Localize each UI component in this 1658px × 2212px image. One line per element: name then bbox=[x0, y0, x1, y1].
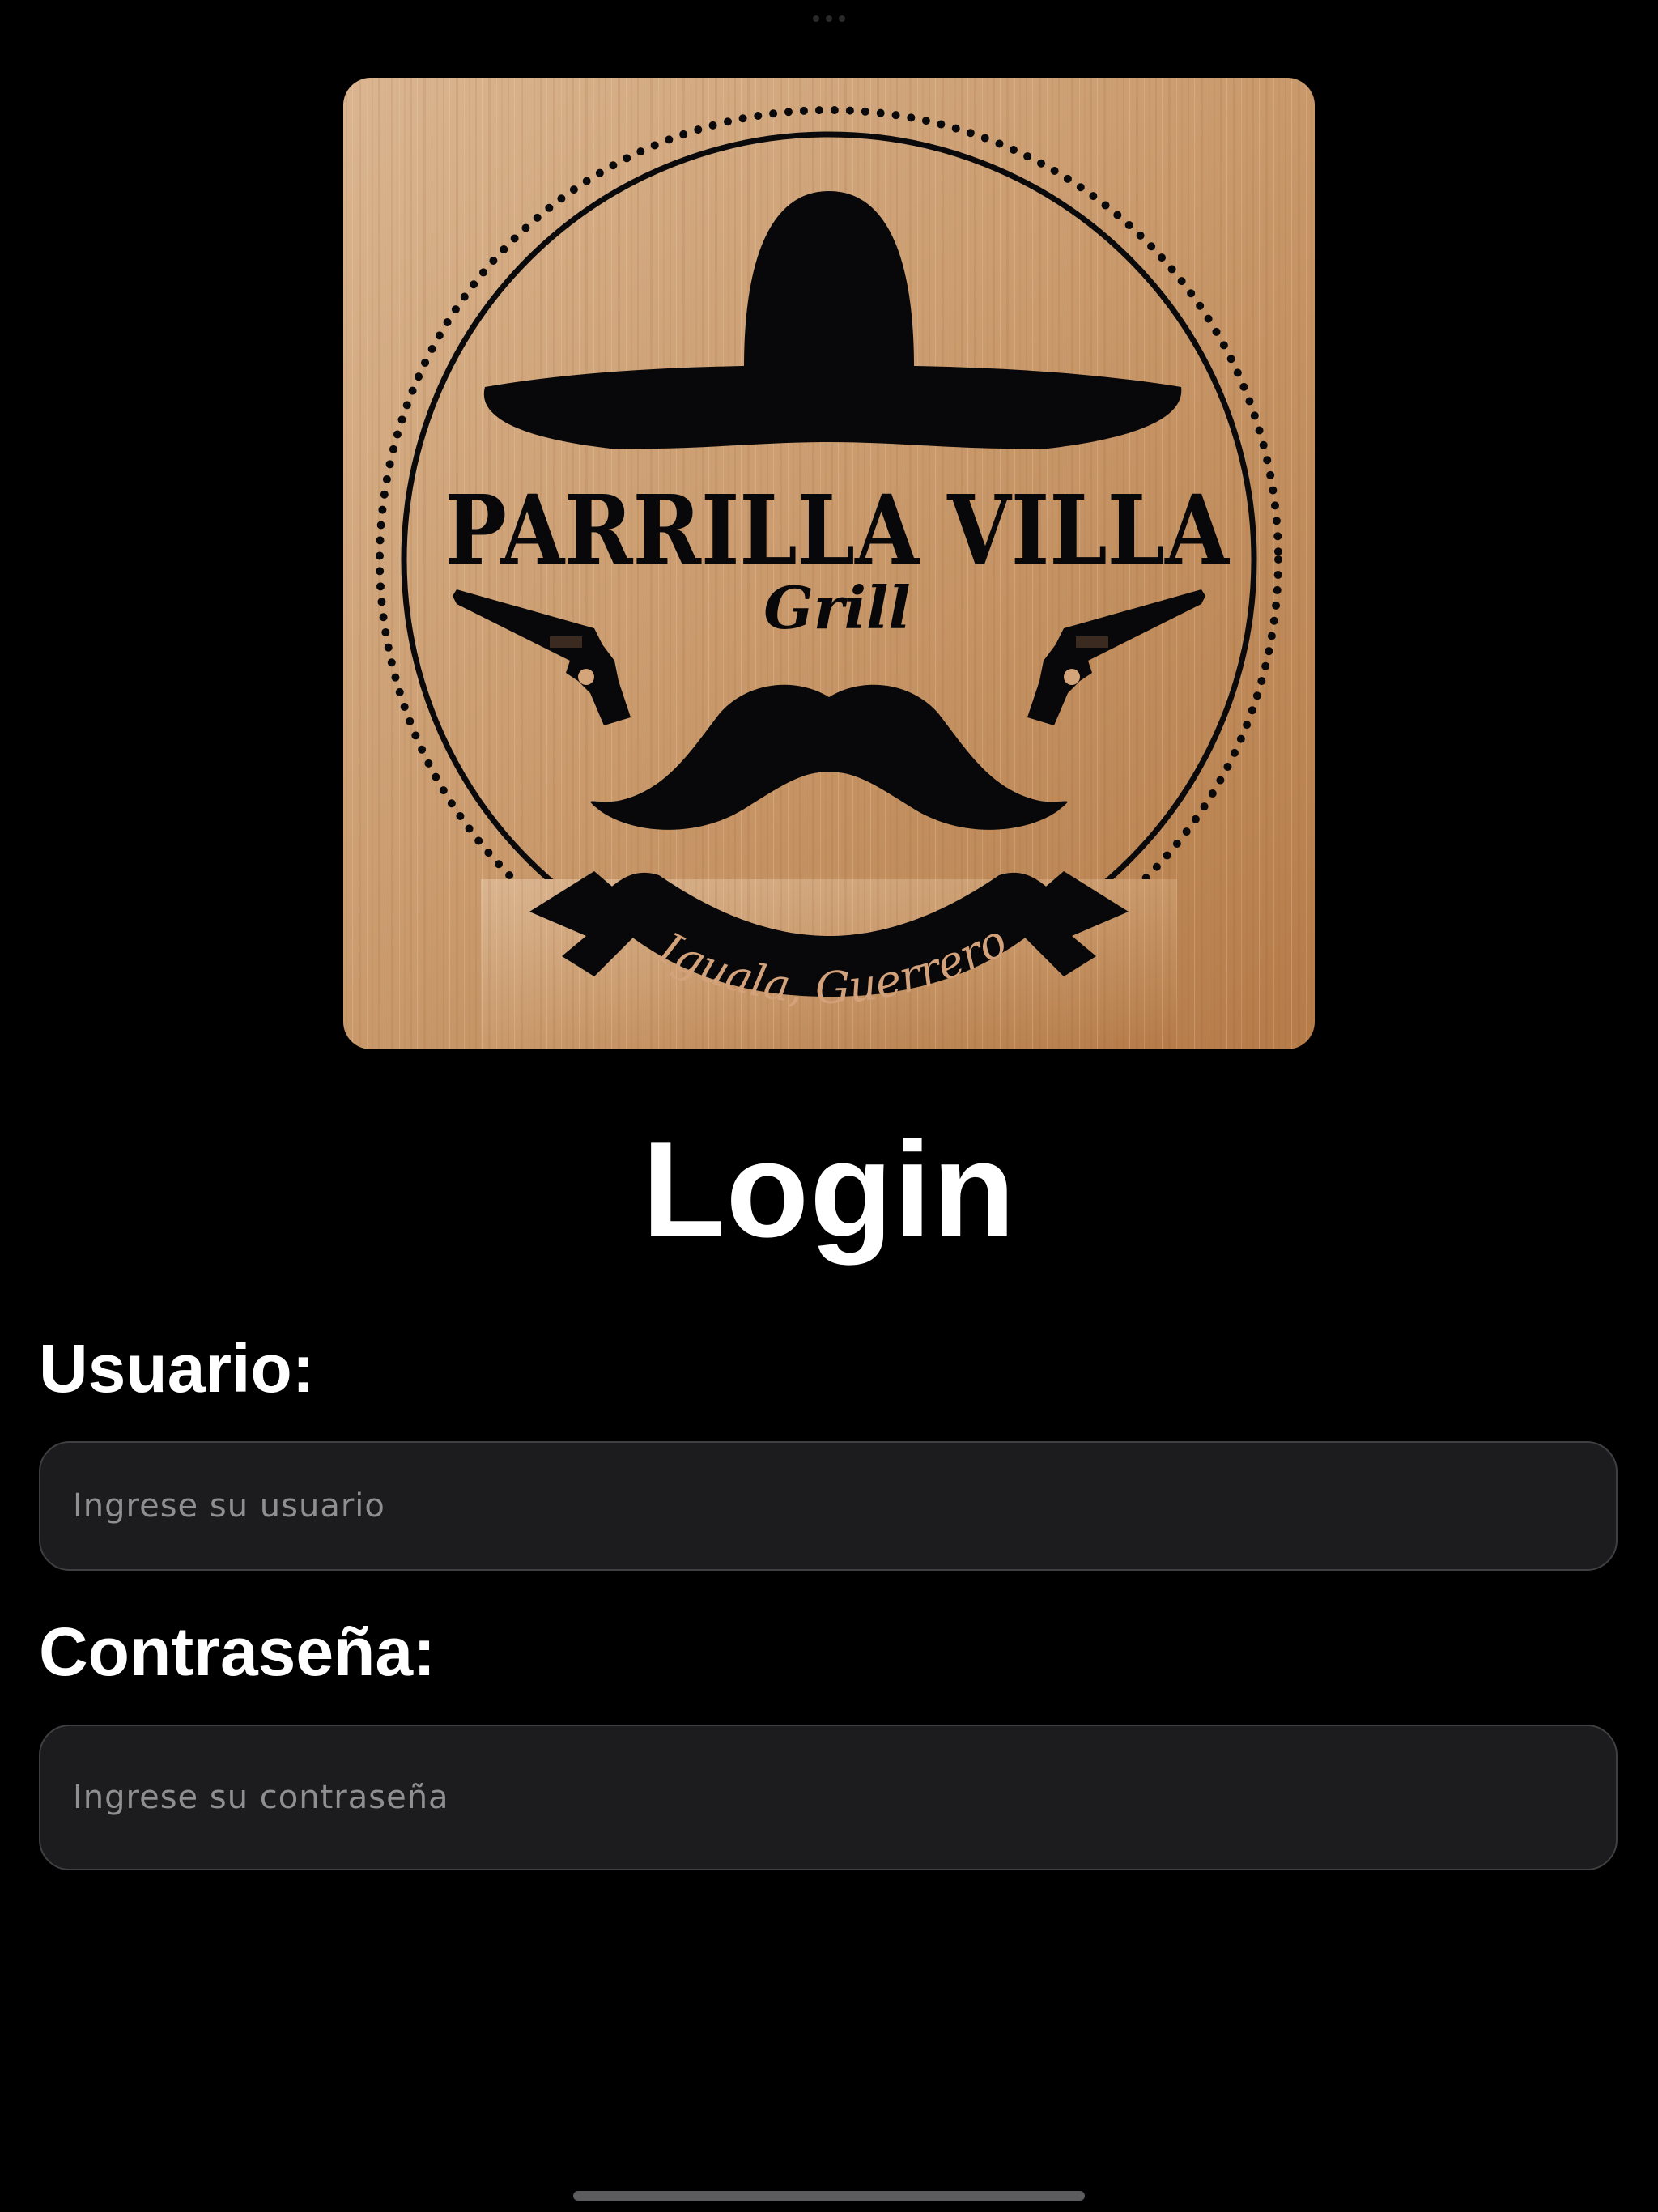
dot-icon bbox=[839, 15, 845, 22]
page-title: Login bbox=[641, 1113, 1017, 1266]
restaurant-logo: PARRILLA VILLA Grill Iguala, Guerrero bbox=[343, 78, 1315, 1049]
password-input[interactable] bbox=[39, 1725, 1618, 1870]
username-label: Usuario: bbox=[39, 1330, 315, 1406]
username-input[interactable] bbox=[39, 1441, 1618, 1571]
logo-graphic: PARRILLA VILLA Grill Iguala, Guerrero bbox=[343, 78, 1315, 1049]
home-indicator[interactable] bbox=[573, 2191, 1085, 2201]
dot-icon bbox=[826, 15, 832, 22]
brand-sub: Grill bbox=[763, 573, 910, 642]
sombrero-brim bbox=[483, 365, 1182, 449]
dot-icon bbox=[813, 15, 819, 22]
password-label: Contraseña: bbox=[39, 1614, 436, 1690]
multitasking-indicator[interactable] bbox=[813, 15, 845, 23]
brand-name: PARRILLA VILLA bbox=[445, 474, 1231, 586]
